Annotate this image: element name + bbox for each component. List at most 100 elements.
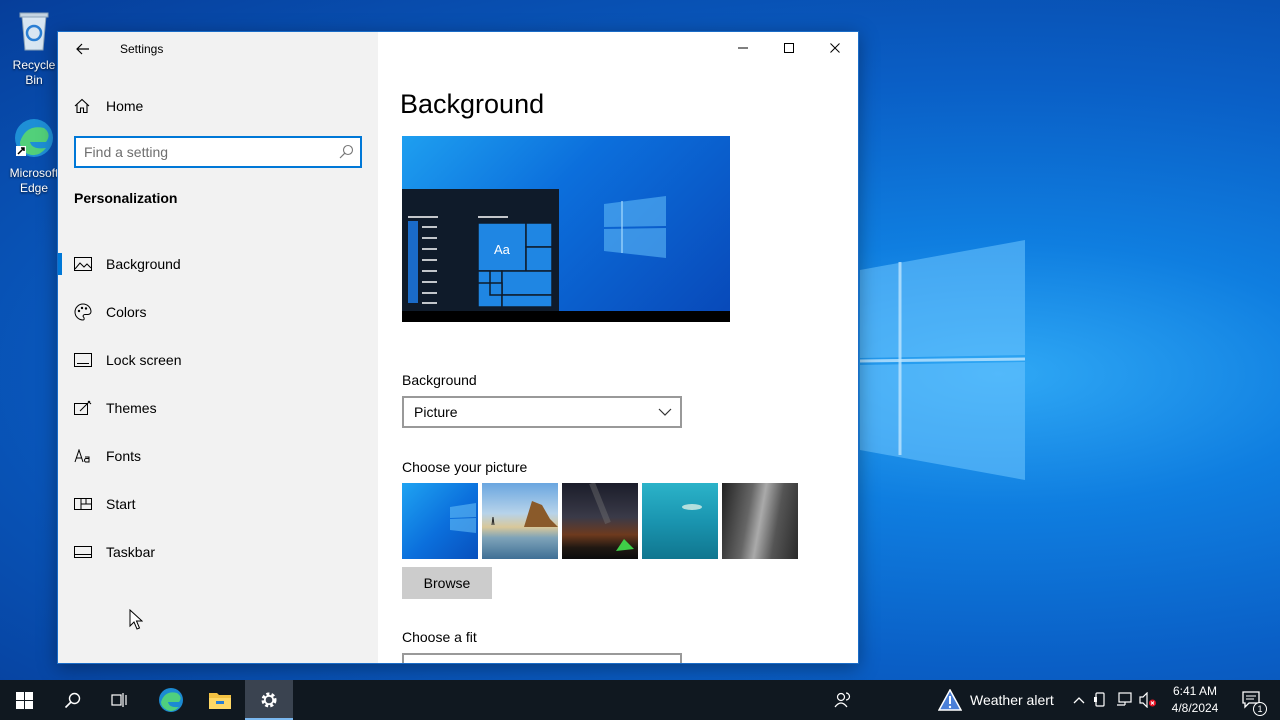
volume-muted-icon: [1139, 692, 1156, 708]
fonts-icon: [74, 449, 90, 463]
sidebar-item-lock-screen[interactable]: Lock screen: [58, 336, 378, 384]
personalization-nav: Background Colors Lock screen Themes Fon…: [58, 240, 378, 576]
thumbnail-night-tent: [589, 483, 634, 551]
tray-device-button[interactable]: [1088, 692, 1112, 708]
choose-fit-label: Choose a fit: [402, 629, 477, 645]
picture-thumbnail-windows-default[interactable]: [402, 483, 478, 559]
folder-icon: [209, 693, 231, 709]
sidebar-item-label: Taskbar: [106, 544, 156, 560]
preview-taskbar: [402, 311, 730, 322]
picture-thumbnail-underwater[interactable]: [642, 483, 718, 559]
show-hidden-icons-button[interactable]: [1070, 696, 1088, 704]
sidebar-item-start[interactable]: Start: [58, 480, 378, 528]
chevron-up-icon: [1073, 697, 1085, 704]
desktop-icon-recycle-bin[interactable]: Recycle Bin: [4, 8, 64, 88]
people-icon: [834, 692, 851, 708]
device-icon: [1094, 692, 1105, 707]
picture-thumbnail-night-sky[interactable]: [562, 483, 638, 559]
home-label: Home: [106, 98, 144, 114]
sidebar-item-colors[interactable]: Colors: [58, 288, 378, 336]
browse-button[interactable]: Browse: [402, 567, 492, 599]
search-input[interactable]: [84, 143, 332, 161]
title-bar: Settings: [58, 32, 378, 64]
weather-alert-icon: [938, 689, 962, 711]
sidebar-item-fonts[interactable]: Fonts: [58, 432, 378, 480]
edge-icon: [159, 688, 183, 712]
system-tray: [1070, 680, 1160, 720]
sidebar-item-label: Colors: [106, 304, 147, 320]
settings-window: Settings Home Personalization Background: [57, 31, 859, 664]
thumbnail-beach-rocks: [491, 501, 558, 527]
task-view-button[interactable]: [96, 680, 144, 720]
preview-start-menu: Aa: [402, 189, 559, 311]
taskbar-edge-button[interactable]: [147, 680, 195, 720]
people-button[interactable]: [819, 680, 867, 720]
search-icon: [339, 144, 354, 159]
tray-network-button[interactable]: [1112, 692, 1136, 708]
window-title: Settings: [120, 42, 164, 56]
themes-icon: [74, 400, 92, 415]
sidebar-item-label: Lock screen: [106, 352, 182, 368]
background-type-value: Picture: [414, 404, 458, 420]
chevron-down-icon: [658, 408, 672, 416]
fit-select[interactable]: [402, 653, 682, 663]
tray-volume-button[interactable]: [1136, 692, 1160, 708]
search-icon: [64, 692, 80, 708]
lock-screen-icon: [74, 353, 92, 367]
sidebar-item-label: Fonts: [106, 448, 142, 464]
background-preview: Aa: [402, 136, 730, 322]
sidebar-item-background[interactable]: Background: [58, 240, 378, 288]
preview-start-menu-graphic: [408, 216, 553, 308]
clock[interactable]: 6:41 AM 4/8/2024: [1160, 683, 1230, 717]
thumbnail-swimmer: [682, 504, 702, 510]
clock-time: 6:41 AM: [1172, 684, 1218, 698]
thumbnail-windows-logo: [450, 503, 476, 533]
gear-icon: [261, 692, 277, 708]
sidebar-item-label: Themes: [106, 400, 157, 416]
back-arrow-icon: [76, 43, 89, 55]
picture-thumbnail-beach[interactable]: [482, 483, 558, 559]
section-label: Personalization: [74, 190, 178, 206]
background-type-select[interactable]: Picture: [402, 396, 682, 428]
taskbar-settings-button[interactable]: [245, 680, 293, 720]
windows-start-icon: [15, 691, 33, 709]
task-view-icon: [111, 693, 127, 707]
action-center-button[interactable]: 1: [1228, 680, 1276, 720]
notification-count-badge: 1: [1253, 702, 1267, 716]
preview-windows-logo: [604, 196, 666, 258]
sidebar: Settings Home Personalization Background: [58, 32, 378, 663]
background-page: Background Aa Background Picture Choose …: [378, 32, 858, 663]
picture-icon: [74, 257, 92, 271]
back-button[interactable]: [68, 36, 98, 62]
picture-thumbnails: [402, 483, 798, 559]
sidebar-item-themes[interactable]: Themes: [58, 384, 378, 432]
recycle-bin-icon: [19, 12, 49, 51]
sidebar-item-label: Background: [106, 256, 181, 272]
taskbar-icon: [74, 546, 92, 558]
desktop-icon-label: Microsoft Edge: [9, 166, 59, 195]
edge-icon: [15, 119, 53, 157]
background-label: Background: [402, 372, 477, 388]
network-icon: [1117, 692, 1132, 706]
clock-date: 4/8/2024: [1171, 701, 1219, 715]
sidebar-item-label: Start: [106, 496, 136, 512]
preview-tile-text: Aa: [494, 242, 510, 257]
sidebar-item-taskbar[interactable]: Taskbar: [58, 528, 378, 576]
start-button[interactable]: [0, 680, 48, 720]
home-link[interactable]: Home: [74, 94, 143, 118]
taskbar: Weather alert 6:41 AM 4/8/2024 1: [0, 680, 1280, 720]
search-box[interactable]: [74, 136, 362, 168]
page-title: Background: [400, 89, 545, 119]
weather-label: Weather alert: [970, 692, 1054, 708]
weather-widget[interactable]: Weather alert: [938, 680, 1054, 720]
home-icon: [74, 98, 90, 114]
mouse-cursor-icon: [129, 609, 143, 630]
start-icon: [74, 498, 92, 510]
windows-logo-wallpaper: [860, 240, 1026, 480]
picture-thumbnail-rock[interactable]: [722, 483, 798, 559]
search-taskbar-button[interactable]: [48, 680, 96, 720]
choose-picture-label: Choose your picture: [402, 459, 528, 475]
taskbar-file-explorer-button[interactable]: [196, 680, 244, 720]
desktop-icon-edge[interactable]: Microsoft Edge: [4, 116, 64, 196]
palette-icon: [74, 303, 92, 321]
